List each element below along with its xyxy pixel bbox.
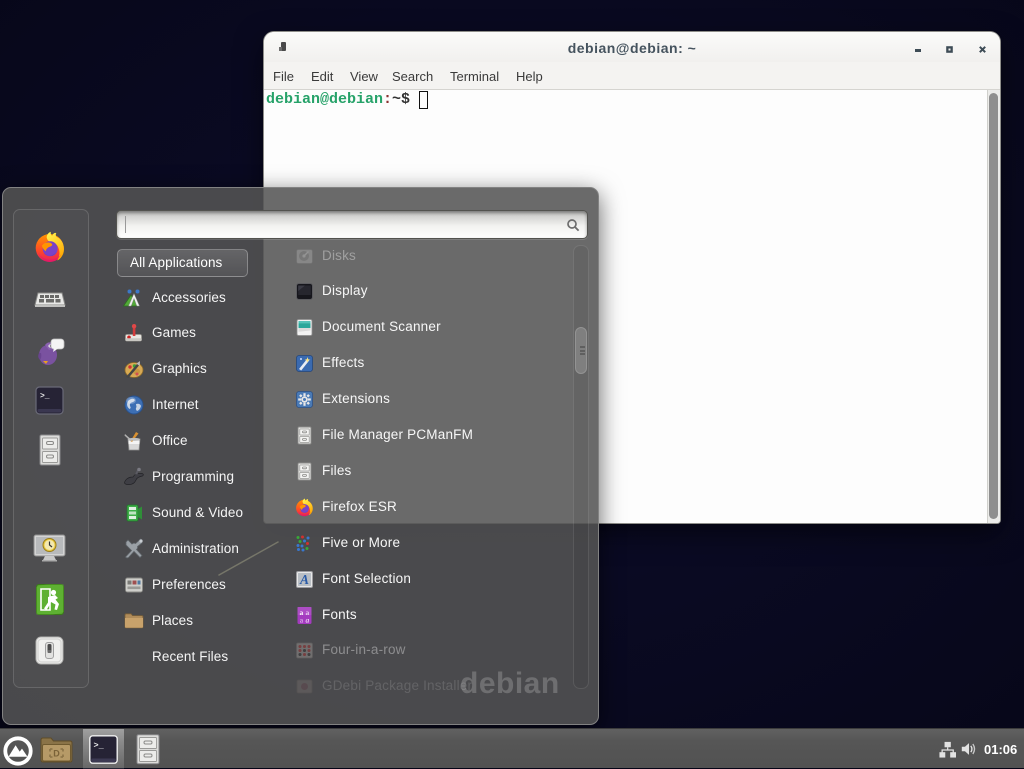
svg-text:>_: >_	[94, 741, 105, 751]
svg-text:A: A	[299, 572, 309, 587]
svg-text:a: a	[306, 615, 310, 624]
svg-text:a: a	[300, 615, 304, 624]
svg-text:>_: >_	[40, 392, 50, 401]
svg-text:D: D	[53, 749, 60, 759]
